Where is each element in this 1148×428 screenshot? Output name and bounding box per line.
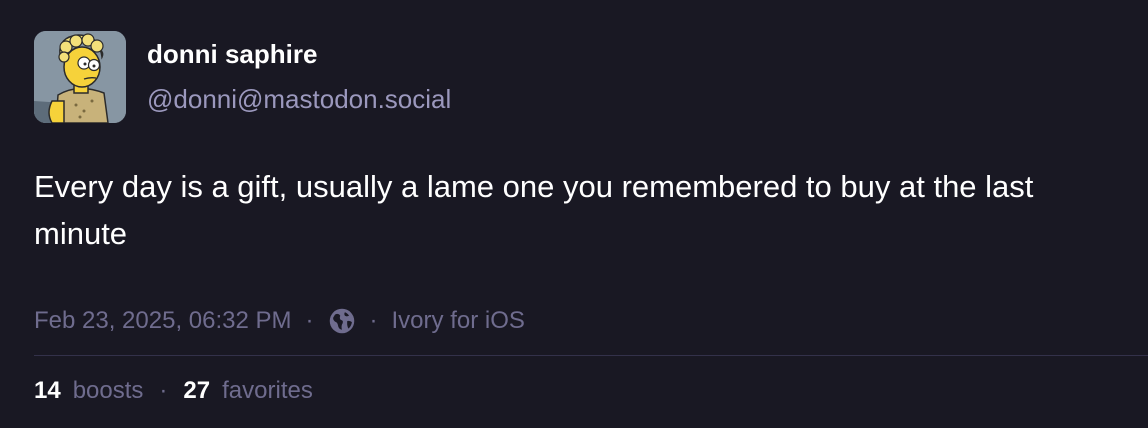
divider <box>34 355 1148 356</box>
boosts-count: 14 <box>34 377 61 404</box>
boosts-label: boosts <box>72 377 144 404</box>
globe-icon <box>328 307 356 335</box>
avatar[interactable] <box>34 31 126 123</box>
meta-separator: · <box>369 307 378 334</box>
post-stats: 14 boosts · 27 favorites <box>34 374 313 408</box>
meta-separator: · <box>305 307 314 334</box>
application-link[interactable]: Ivory for iOS <box>392 307 525 335</box>
favorites-label: favorites <box>222 377 313 404</box>
cartoon-character-avatar-icon <box>34 31 126 123</box>
post-meta: Feb 23, 2025, 06:32 PM · · Ivory for iOS <box>34 304 525 338</box>
boosts-stat[interactable]: 14 boosts <box>34 377 143 405</box>
favorites-stat[interactable]: 27 favorites <box>183 377 312 405</box>
post-detail: donni saphire @donni@mastodon.social Eve… <box>0 0 1148 428</box>
post-text: Every day is a gift, usually a lame one … <box>34 169 1034 251</box>
display-name[interactable]: donni saphire <box>147 38 317 70</box>
account-handle[interactable]: @donni@mastodon.social <box>147 83 451 115</box>
favorites-count: 27 <box>183 377 211 404</box>
stats-separator: · <box>159 377 168 404</box>
post-timestamp[interactable]: Feb 23, 2025, 06:32 PM <box>34 307 292 335</box>
